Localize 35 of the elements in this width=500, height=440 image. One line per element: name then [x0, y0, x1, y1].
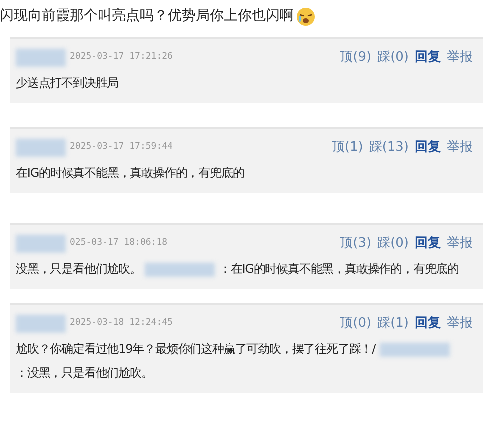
comment-time: 2025-03-17 17:59:44 [70, 141, 173, 154]
comment-text: 在IG的时候真不能黑，真敢操作的，有兜底的 [16, 166, 244, 180]
upvote-link[interactable]: 顶(0) [340, 314, 372, 334]
comment-text: 尬吹？你确定看过他19年？最烦你们这种赢了可劲吹，摆了往死了踩！/ [16, 342, 376, 356]
downvote-link[interactable]: 踩(1) [378, 314, 409, 334]
redacted-username [16, 139, 66, 157]
comment-time: 2025-03-18 12:24:45 [70, 317, 173, 330]
redacted-username [16, 235, 66, 253]
crying-emoji-icon [296, 6, 316, 26]
report-link[interactable]: 举报 [447, 138, 473, 158]
upvote-link[interactable]: 顶(1) [332, 138, 364, 158]
upvote-link[interactable]: 顶(3) [340, 234, 372, 254]
redacted-username [145, 262, 216, 277]
redacted-username [380, 342, 450, 357]
report-link[interactable]: 举报 [447, 314, 473, 334]
comment-text: ：没黑，只是 [16, 366, 84, 380]
downvote-link[interactable]: 踩(0) [378, 234, 409, 254]
redacted-username [16, 49, 66, 67]
upvote-link[interactable]: 顶(9) [340, 48, 372, 68]
downvote-link[interactable]: 踩(13) [369, 138, 409, 158]
comment-time: 025-03-17 18:06:18 [70, 237, 168, 250]
downvote-link[interactable]: 踩(0) [378, 48, 409, 68]
comment-text: ：在IG的时候真不能黑，真敢操作的，有兜底的 [219, 262, 460, 276]
reply-link[interactable]: 回复 [415, 234, 441, 254]
redacted-username [16, 315, 66, 333]
reply-link[interactable]: 回复 [415, 48, 441, 68]
reply-link[interactable]: 回复 [415, 314, 441, 334]
comment-time: 2025-03-17 17:21:26 [70, 51, 173, 64]
comment-text: 看他们尬吹。 [84, 366, 153, 380]
report-link[interactable]: 举报 [447, 48, 473, 68]
reply-link[interactable]: 回复 [415, 138, 441, 158]
comment-text: 没黑，只是看他们尬吹。 [16, 262, 142, 276]
report-link[interactable]: 举报 [447, 234, 473, 254]
post-text: 闪现向前霞那个叫亮点吗？优势局你上你也闪啊 [0, 7, 294, 26]
comment-text: 少送点打不到决胜局 [16, 76, 119, 90]
